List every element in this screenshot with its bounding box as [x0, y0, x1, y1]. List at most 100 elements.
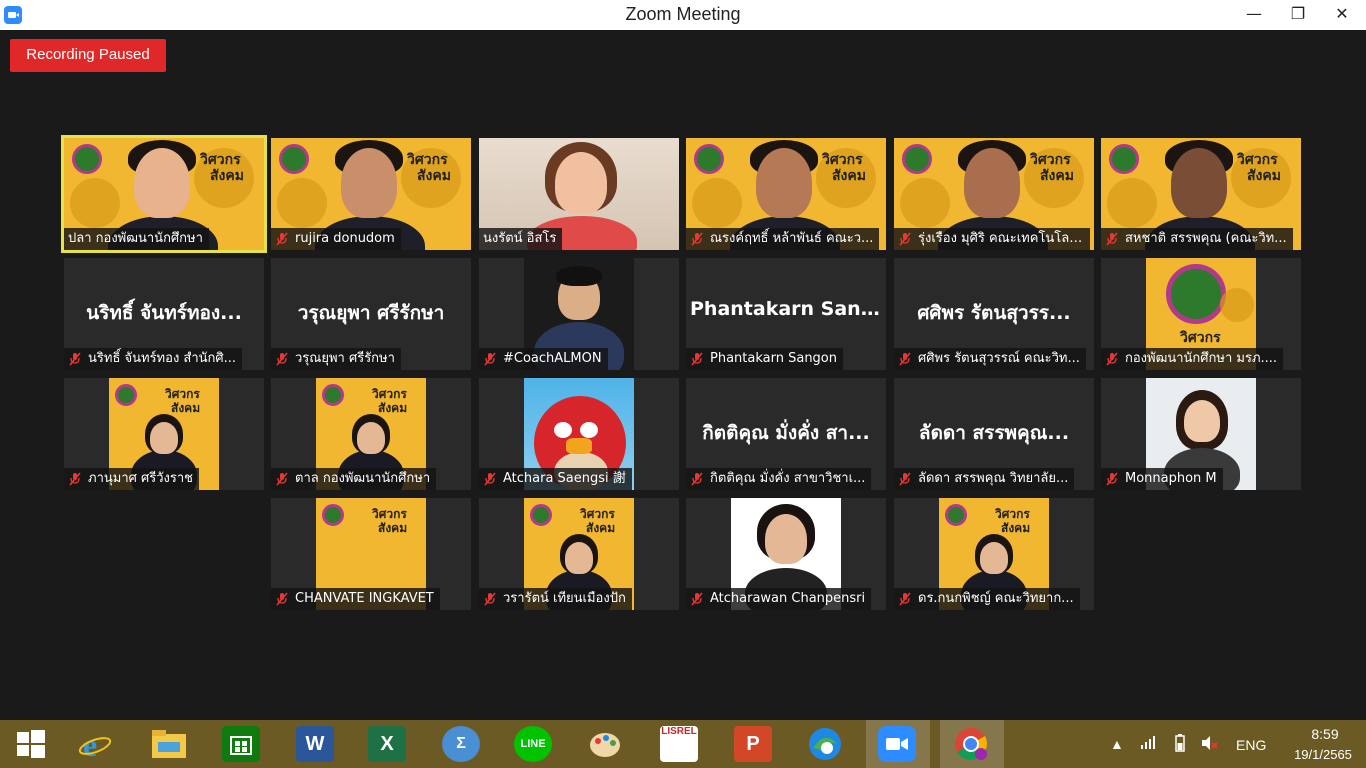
window-titlebar: Zoom Meeting — ❐ ✕	[0, 0, 1366, 30]
battery-icon[interactable]	[1172, 734, 1188, 755]
poster-subtitle: สังคม	[832, 168, 866, 184]
participant-tile[interactable]: นงรัตน์ อิสโร	[479, 138, 679, 250]
participant-face	[756, 148, 812, 218]
participant-name-tag: วรารัตน์ เทียนเมืองปัก	[479, 588, 632, 610]
language-indicator[interactable]: ENG	[1236, 737, 1266, 753]
restore-button[interactable]: ❐	[1276, 0, 1320, 30]
zoom-taskbar-icon[interactable]	[878, 726, 916, 762]
participant-display-name: กิตติคุณ มั่งคั่ง สา...	[702, 422, 870, 444]
paint-icon[interactable]	[586, 726, 624, 762]
participant-name-tag: Monnaphon M	[1101, 468, 1223, 490]
participant-name: ศศิพร รัตนสุวรรณ์ คณะวิท...	[918, 351, 1080, 366]
university-logo	[530, 504, 552, 526]
participant-name: วรุณยุพา ศรีรักษา	[295, 351, 395, 366]
participant-display-name: Phantakarn San...	[690, 298, 883, 320]
muted-mic-icon	[898, 232, 912, 246]
close-button[interactable]: ✕	[1320, 0, 1364, 30]
muted-mic-icon	[68, 472, 82, 486]
recording-paused-button[interactable]: Recording Paused	[10, 39, 166, 72]
participant-name-tag: กิตติคุณ มั่งคั่ง สาขาวิชาเ...	[686, 468, 872, 490]
chrome-icon[interactable]	[952, 726, 990, 762]
participant-face	[357, 422, 385, 454]
participant-name-tag: นริทธิ์ จันทร์ทอง สำนักศิ...	[64, 348, 243, 370]
participant-tile[interactable]: วิศวกร สังคม ดร.กนกพิชญ์ คณะวิทยาก...	[894, 498, 1094, 610]
participant-face	[980, 542, 1008, 574]
participant-tile[interactable]: วิศวกร สังคม ปลา กองพัฒนานักศึกษา	[61, 135, 267, 253]
muted-mic-icon	[690, 472, 704, 486]
muted-mic-icon	[1105, 232, 1119, 246]
participant-name-tag: #CoachALMON	[479, 348, 608, 370]
poster-subtitle: สังคม	[417, 168, 451, 184]
clock-date[interactable]: 19/1/2565	[1288, 747, 1358, 762]
muted-mic-icon	[483, 352, 497, 366]
poster-title: วิศวกร	[407, 152, 448, 168]
participant-tile[interactable]: Phantakarn San... Phantakarn Sangon	[686, 258, 886, 370]
participant-name: Atcharawan Chanpensri	[710, 591, 866, 606]
participant-name: สหชาติ สรรพคุณ (คณะวิท...	[1125, 231, 1287, 246]
participant-tile[interactable]: ศศิพร รัตนสุวรร... ศศิพร รัตนสุวรรณ์ คณะว…	[894, 258, 1094, 370]
participant-name: กิตติคุณ มั่งคั่ง สาขาวิชาเ...	[710, 471, 866, 486]
bird-beak	[566, 438, 592, 454]
participant-face	[765, 514, 807, 564]
participant-name-tag: ดร.กนกพิชญ์ คณะวิทยาก...	[894, 588, 1080, 610]
participant-tile[interactable]: วิศวกร สังคม รุ่งเรือง มุศิริ คณะเทคโนโลย.…	[894, 138, 1094, 250]
participant-name: ลัดดา สรรพคุณ วิทยาลัย...	[918, 471, 1069, 486]
excel-icon[interactable]: X	[368, 726, 406, 762]
participant-name: ณรงค์ฤทธิ์ หล้าพันธ์ คณะว...	[710, 231, 874, 246]
participant-tile[interactable]: Atcharawan Chanpensri	[686, 498, 886, 610]
participant-face	[964, 148, 1020, 218]
tray-overflow-icon[interactable]: ▲	[1110, 736, 1124, 752]
muted-mic-icon	[898, 592, 912, 606]
network-icon[interactable]	[1140, 734, 1156, 753]
participant-tile[interactable]: วิศวกร สังคม ภานุมาศ ศรีวังราช	[64, 378, 264, 490]
participant-name-tag: สหชาติ สรรพคุณ (คณะวิท...	[1101, 228, 1293, 250]
volume-muted-icon[interactable]	[1200, 734, 1218, 755]
participant-tile[interactable]: วิศวกร สังคม สหชาติ สรรพคุณ (คณะวิท...	[1101, 138, 1301, 250]
participant-name-tag: Atcharawan Chanpensri	[686, 588, 872, 610]
muted-mic-icon	[275, 352, 289, 366]
minimize-button[interactable]: —	[1232, 0, 1276, 30]
lisrel-icon[interactable]: LISREL	[660, 726, 698, 762]
line-icon[interactable]: LINE	[514, 726, 552, 762]
start-icon[interactable]	[12, 726, 50, 762]
internet-explorer-icon[interactable]: e	[76, 726, 114, 762]
powerpoint-icon[interactable]: P	[734, 726, 772, 762]
participant-tile[interactable]: กิตติคุณ มั่งคั่ง สา... กิตติคุณ มั่งคั่ง…	[686, 378, 886, 490]
math-input-icon[interactable]: Σ	[442, 726, 480, 762]
store-icon[interactable]	[222, 726, 260, 762]
participant-name-tag: ตาล กองพัฒนานักศึกษา	[271, 468, 437, 490]
edge-icon[interactable]	[806, 726, 844, 762]
poster-title: วิศวกร	[1030, 152, 1071, 168]
muted-mic-icon	[690, 352, 704, 366]
poster-title: วิศวกร	[1237, 152, 1278, 168]
participant-tile[interactable]: นริทธิ์ จันทร์ทอง... นริทธิ์ จันทร์ทอง สำ…	[64, 258, 264, 370]
participant-name-tag: CHANVATE INGKAVET	[271, 588, 440, 610]
poster-subtitle: สังคม	[1001, 521, 1031, 535]
participant-tile[interactable]: วิศวกร สังคม CHANVATE INGKAVET	[271, 498, 471, 610]
participant-tile[interactable]: #CoachALMON	[479, 258, 679, 370]
university-logo	[115, 384, 137, 406]
participant-tile[interactable]: วิศวกร สังคม rujira donudom	[271, 138, 471, 250]
participant-name-tag: ณรงค์ฤทธิ์ หล้าพันธ์ คณะว...	[686, 228, 880, 250]
university-logo	[945, 504, 967, 526]
clock-time[interactable]: 8:59	[1300, 726, 1350, 742]
university-logo	[322, 384, 344, 406]
participant-tile[interactable]: ลัดดา สรรพคุณ... ลัดดา สรรพคุณ วิทยาลัย..…	[894, 378, 1094, 490]
file-explorer-icon[interactable]	[150, 726, 188, 762]
muted-mic-icon	[275, 232, 289, 246]
participant-tile[interactable]: Atchara Saengsi 謝	[479, 378, 679, 490]
participant-tile[interactable]: วิศวกร กองพัฒนานักศึกษา มรภ....	[1101, 258, 1301, 370]
gear-decoration	[277, 178, 327, 228]
participant-tile[interactable]: วิศวกร สังคม ตาล กองพัฒนานักศึกษา	[271, 378, 471, 490]
participant-tile[interactable]: วิศวกร สังคม วรารัตน์ เทียนเมืองปัก	[479, 498, 679, 610]
participant-name-tag: กองพัฒนานักศึกษา มรภ....	[1101, 348, 1284, 370]
participant-tile[interactable]: วรุณยุพา ศรีรักษา วรุณยุพา ศรีรักษา	[271, 258, 471, 370]
participant-tile[interactable]: Monnaphon M	[1101, 378, 1301, 490]
word-icon[interactable]: W	[296, 726, 334, 762]
window-title: Zoom Meeting	[625, 4, 741, 24]
participant-face	[341, 148, 397, 218]
bird-eye	[580, 422, 598, 438]
participant-tile[interactable]: วิศวกร สังคม ณรงค์ฤทธิ์ หล้าพันธ์ คณะว...	[686, 138, 886, 250]
participant-name-tag: ศศิพร รัตนสุวรรณ์ คณะวิท...	[894, 348, 1086, 370]
participant-face	[134, 148, 190, 218]
